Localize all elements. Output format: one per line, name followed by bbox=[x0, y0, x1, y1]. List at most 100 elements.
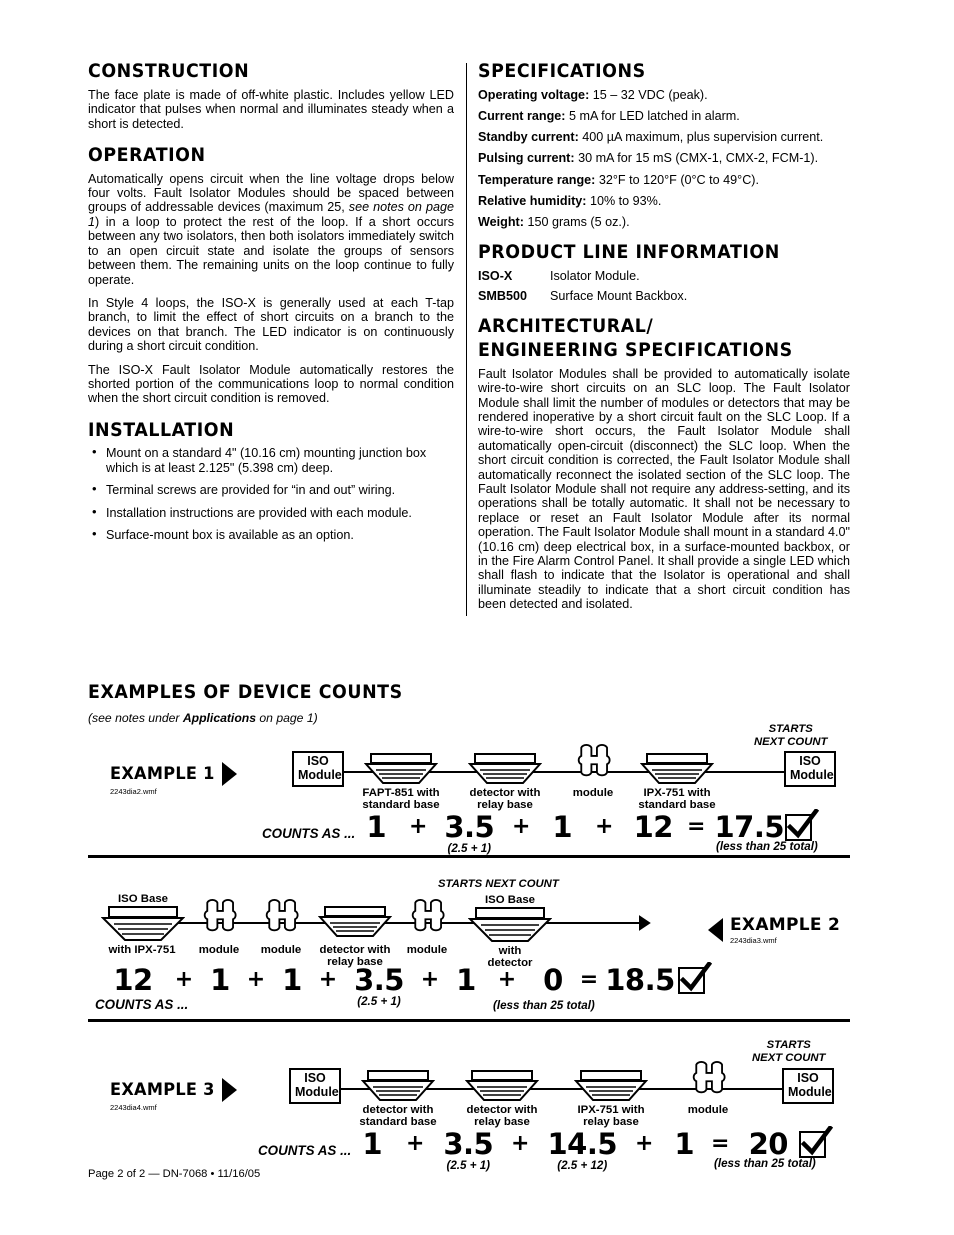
example-2-device-label-4: module bbox=[406, 944, 448, 956]
example-2-check-block bbox=[678, 962, 712, 994]
spec-pulsing-current: Pulsing current: 30 mA for 15 mS (CMX-1,… bbox=[478, 151, 850, 165]
example-3-check-block bbox=[799, 1126, 834, 1158]
example-2-device-label-2: module bbox=[260, 944, 302, 956]
example-1-total: 17.5 bbox=[713, 812, 785, 842]
example-3-device-label-3: module bbox=[687, 1104, 729, 1116]
example-1-term-2: 1 bbox=[543, 812, 581, 842]
iso-base-detector-icon bbox=[467, 907, 553, 950]
equals-operator: = bbox=[687, 814, 706, 839]
heading-product-line-information: PRODUCT LINE INFORMATION bbox=[478, 242, 780, 264]
spec-value: 400 µA maximum, plus supervision current… bbox=[582, 130, 824, 145]
detector-icon bbox=[317, 906, 393, 945]
architectural-paragraph: Fault Isolator Modules shall be provided… bbox=[478, 366, 850, 612]
plus-operator: + bbox=[174, 967, 194, 992]
column-divider-rule bbox=[466, 63, 467, 616]
heading-architectural: ARCHITECTURAL/ bbox=[478, 316, 654, 338]
product-description: Surface Mount Backbox. bbox=[550, 289, 688, 304]
example-2-device-label-0: with IPX-751 bbox=[108, 944, 176, 956]
example-2-device-label-3: detector with relay base bbox=[319, 944, 391, 969]
heading-operation: OPERATION bbox=[88, 144, 206, 166]
heading-examples-of-device-counts: EXAMPLES OF DEVICE COUNTS bbox=[88, 682, 403, 703]
plus-operator: + bbox=[595, 814, 614, 839]
list-item: Terminal screws are provided for “in and… bbox=[88, 482, 454, 497]
example-2-count-row: 12 + 1 + 1 + 3.5 (2.5 + 1) + 1 + 0 = 18.… bbox=[100, 962, 712, 1008]
spec-value: 15 – 32 VDC (peak). bbox=[592, 87, 708, 102]
triangle-right-icon bbox=[222, 1078, 238, 1102]
example-1-device-label-1: detector with relay base bbox=[469, 787, 541, 812]
list-item: Installation instructions are provided w… bbox=[88, 505, 454, 520]
operation-paragraph-3: The ISO-X Fault Isolator Module automati… bbox=[88, 362, 454, 406]
product-description: Isolator Module. bbox=[550, 268, 640, 283]
iso-base-detector-icon bbox=[100, 906, 186, 949]
example-2-starts-next-count: STARTS NEXT COUNT bbox=[438, 878, 559, 890]
spec-temperature-range: Temperature range: 32°F to 120°F (0°C to… bbox=[478, 173, 850, 187]
heading-installation: INSTALLATION bbox=[88, 419, 235, 441]
spec-operating-voltage: Operating voltage: 15 – 32 VDC (peak). bbox=[478, 88, 850, 102]
example-3-counts-as-label: COUNTS AS ... bbox=[258, 1143, 352, 1158]
spec-key: Standby current: bbox=[478, 130, 579, 145]
checkbox-checked-icon bbox=[785, 809, 820, 841]
example-2-note: (less than 25 total) bbox=[493, 999, 595, 1012]
spec-value: 10% to 93%. bbox=[589, 193, 662, 208]
spec-weight: Weight: 150 grams (5 oz.). bbox=[478, 215, 850, 229]
example-2-label: EXAMPLE 2 bbox=[730, 915, 841, 935]
example-2-device-label-top-0: ISO Base bbox=[117, 893, 169, 905]
term-value: 3.5 bbox=[444, 810, 495, 844]
equals-operator: = bbox=[579, 967, 599, 992]
spec-key: Current range: bbox=[478, 108, 566, 123]
example-3-label-block: EXAMPLE 3 2243dia4.wmf bbox=[110, 1078, 238, 1112]
arrow-right-icon bbox=[630, 915, 651, 931]
right-text-column: SPECIFICATIONS Operating voltage: 15 – 3… bbox=[478, 61, 850, 612]
example-1-term-3: 12 bbox=[627, 812, 679, 842]
module-icon bbox=[258, 896, 304, 949]
example-1-device-label-2: module bbox=[572, 787, 614, 799]
term-value: 1 bbox=[366, 810, 387, 844]
example-1-label-block: EXAMPLE 1 2243dia2.wmf bbox=[110, 762, 238, 796]
list-item: Surface-mount box is available as an opt… bbox=[88, 527, 454, 542]
term-value: 12 bbox=[633, 810, 674, 844]
example-1-device-label-3: IPX-751 with standard base bbox=[638, 787, 716, 812]
spec-value: 32°F to 120°F (0°C to 49°C). bbox=[598, 172, 759, 187]
example-2-term-0: 12 bbox=[100, 965, 166, 995]
example-1-note: (less than 25 total) bbox=[716, 840, 818, 853]
plus-operator: + bbox=[420, 967, 440, 992]
example-1-end-iso-module-box: ISO Module bbox=[784, 751, 836, 787]
example-1-check-block bbox=[785, 809, 820, 841]
left-text-column: CONSTRUCTION The face plate is made of o… bbox=[88, 61, 454, 551]
plus-operator: + bbox=[635, 1131, 654, 1156]
term-value: 12 bbox=[113, 963, 153, 997]
examples-subtitle-pre: (see notes under bbox=[88, 711, 183, 725]
product-code: ISO-X bbox=[478, 268, 513, 283]
checkbox-checked-icon bbox=[799, 1126, 834, 1158]
heading-specifications: SPECIFICATIONS bbox=[478, 61, 646, 82]
example-1-counts-as-label: COUNTS AS ... bbox=[262, 826, 356, 841]
module-icon bbox=[404, 896, 450, 949]
plus-operator: + bbox=[511, 1131, 530, 1156]
example-3-device-label-0: detector with standard base bbox=[359, 1104, 437, 1129]
example-3-term-1: 3.5 (2.5 + 1) bbox=[437, 1129, 499, 1172]
triangle-right-icon bbox=[222, 762, 238, 786]
equals-operator: = bbox=[711, 1131, 730, 1156]
product-line-row-iso-x: ISO-X Isolator Module. bbox=[478, 269, 850, 283]
spec-value: 5 mA for LED latched in alarm. bbox=[568, 108, 740, 123]
total-value: 20 bbox=[748, 1127, 789, 1161]
spec-key: Temperature range: bbox=[478, 172, 596, 187]
example-1-start-iso-module-box: ISO Module bbox=[292, 751, 344, 787]
term-value: 1 bbox=[552, 810, 573, 844]
example-2-term-1: 1 bbox=[202, 965, 238, 995]
example-3-note: (less than 25 total) bbox=[714, 1157, 816, 1170]
term-breakdown: (2.5 + 1) bbox=[446, 1159, 491, 1172]
example-3-term-0: 1 bbox=[351, 1129, 393, 1159]
module-icon bbox=[196, 896, 242, 949]
operation-paragraph-2: In Style 4 loops, the ISO-X is generally… bbox=[88, 295, 454, 354]
spec-value: 30 mA for 15 mS (CMX-1, CMX-2, FCM-1). bbox=[578, 151, 819, 166]
example-3-term-3: 1 bbox=[665, 1129, 703, 1159]
example-3-end-iso-module-box: ISO Module bbox=[782, 1068, 834, 1104]
total-value: 17.5 bbox=[714, 810, 785, 844]
term-value: 1 bbox=[362, 1127, 383, 1161]
example-1-term-1: 3.5 (2.5 + 1) bbox=[439, 812, 499, 855]
example-3-wmf-caption: 2243dia4.wmf bbox=[110, 1103, 157, 1112]
section-divider-2 bbox=[88, 1019, 850, 1022]
plus-operator: + bbox=[409, 814, 428, 839]
example-1-term-0: 1 bbox=[355, 812, 397, 842]
